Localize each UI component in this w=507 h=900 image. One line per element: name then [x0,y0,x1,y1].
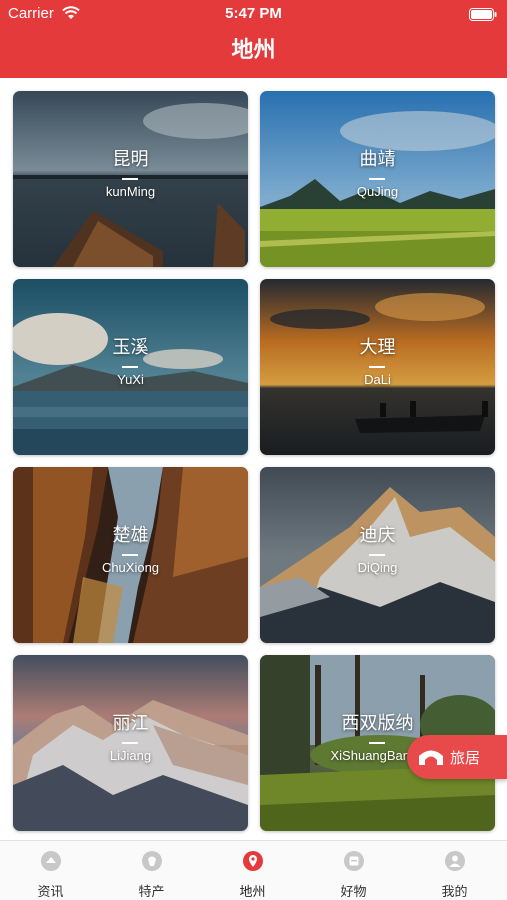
city-pinyin: DaLi [364,372,391,387]
nav-bar: 地州 [0,28,507,78]
divider [122,554,138,556]
tab-info[interactable]: 资讯 [0,841,101,900]
tab-goods[interactable]: 好物 [303,841,404,900]
divider [122,178,138,180]
divider [369,554,385,556]
sojourn-float-button[interactable]: 旅居 [407,735,507,779]
tab-region[interactable]: 地州 [202,841,303,900]
city-card-diqing[interactable]: 迪庆 DiQing [260,467,495,643]
city-name: 丽江 [112,713,149,734]
city-card-chuxiong[interactable]: 楚雄 ChuXiong [13,467,248,643]
city-card-lijiang[interactable]: 丽江 LiJiang [13,655,248,831]
city-card-kunming[interactable]: 昆明 kunMing [13,91,248,267]
page-title: 地州 [231,38,276,63]
city-grid: 昆明 kunMing 曲靖 QuJing 玉溪 YuXi 大理 DaLi 楚雄 … [0,78,507,838]
goods-icon [344,851,364,871]
city-pinyin: QuJing [356,184,399,199]
city-name: 楚雄 [112,525,149,546]
tab-label: 特产 [138,885,165,900]
city-pinyin: YuXi [117,372,144,387]
city-name: 大理 [359,337,396,358]
city-name: 迪庆 [359,525,396,546]
city-card-qujing[interactable]: 曲靖 QuJing [260,91,495,267]
divider [122,742,138,744]
info-icon [41,851,61,871]
specialty-icon [142,851,162,871]
city-name: 曲靖 [359,149,396,170]
status-time: 5:47 PM [225,5,282,22]
city-name: 昆明 [112,149,149,170]
city-name: 西双版纳 [341,713,414,734]
divider [369,178,385,180]
tab-label: 地州 [239,885,266,900]
sojourn-label: 旅居 [450,749,481,767]
divider [122,366,138,368]
city-pinyin: ChuXiong [101,560,160,575]
divider [369,366,385,368]
city-card-yuxi[interactable]: 玉溪 YuXi [13,279,248,455]
tab-bar: 资讯 特产 地州 好物 我的 [0,840,507,900]
city-pinyin: LiJiang [109,748,152,763]
user-icon [445,851,465,871]
location-pin-icon [243,851,263,871]
city-pinyin: kunMing [105,184,156,199]
divider [369,742,385,744]
status-bar: Carrier 5:47 PM [0,0,507,28]
city-card-dali[interactable]: 大理 DaLi [260,279,495,455]
tab-label: 好物 [340,885,367,900]
tab-label: 资讯 [37,885,64,900]
city-pinyin: DiQing [357,560,398,575]
city-name: 玉溪 [112,337,149,358]
battery-icon [469,8,497,21]
tab-specialty[interactable]: 特产 [101,841,202,900]
bridge-icon [419,750,443,765]
tab-label: 我的 [441,885,468,900]
tab-mine[interactable]: 我的 [404,841,505,900]
